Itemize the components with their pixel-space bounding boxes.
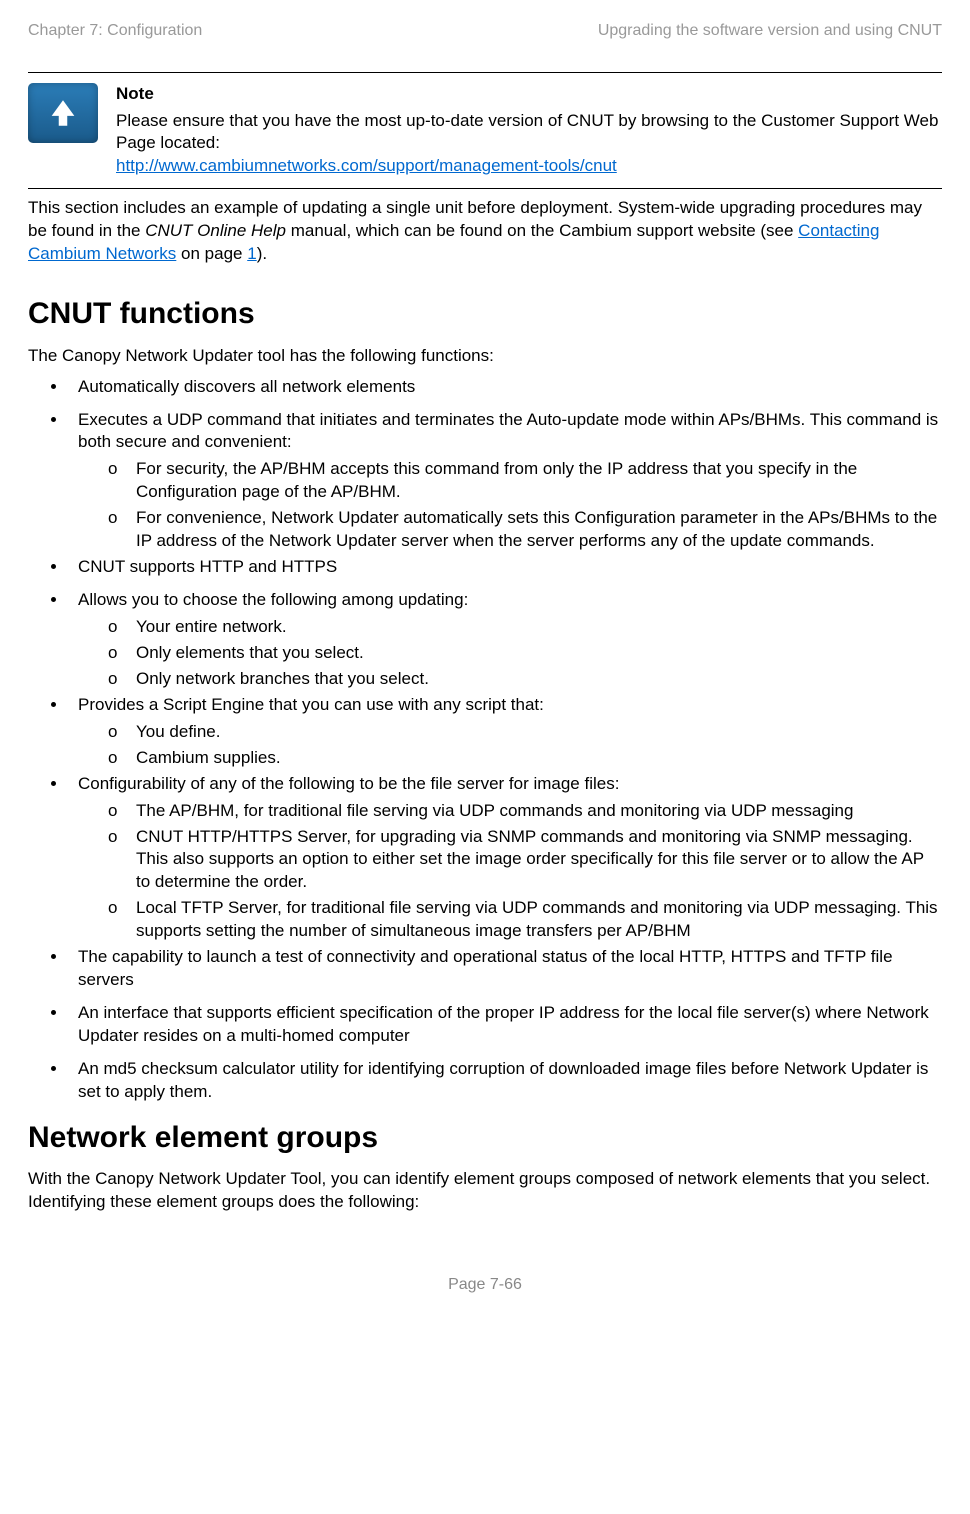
- cnut-intro-text: The Canopy Network Updater tool has the …: [28, 345, 942, 368]
- sublist-item: For convenience, Network Updater automat…: [108, 507, 942, 553]
- sublist-item: CNUT HTTP/HTTPS Server, for upgrading vi…: [108, 826, 942, 895]
- sublist: You define. Cambium supplies.: [78, 721, 942, 770]
- neg-intro-text: With the Canopy Network Updater Tool, yo…: [28, 1168, 942, 1214]
- sublist-item: For security, the AP/BHM accepts this co…: [108, 458, 942, 504]
- page-header: Chapter 7: Configuration Upgrading the s…: [28, 20, 942, 42]
- page-footer: Page 7-66: [28, 1274, 942, 1296]
- sublist-item: Only network branches that you select.: [108, 668, 942, 691]
- list-item: Provides a Script Engine that you can us…: [68, 694, 942, 770]
- sublist-item: Only elements that you select.: [108, 642, 942, 665]
- sublist: For security, the AP/BHM accepts this co…: [78, 458, 942, 553]
- functions-list: Automatically discovers all network elem…: [28, 376, 942, 1104]
- sublist: The AP/BHM, for traditional file serving…: [78, 800, 942, 944]
- note-body-line1: Please ensure that you have the most up-…: [116, 110, 942, 156]
- intro-paragraph: This section includes an example of upda…: [28, 197, 942, 266]
- sublist-item: You define.: [108, 721, 942, 744]
- list-item: Configurability of any of the following …: [68, 773, 942, 944]
- sublist-item: Local TFTP Server, for traditional file …: [108, 897, 942, 943]
- list-item: The capability to launch a test of conne…: [68, 946, 942, 992]
- sublist-item: Your entire network.: [108, 616, 942, 639]
- list-text: Provides a Script Engine that you can us…: [78, 695, 544, 714]
- header-left: Chapter 7: Configuration: [28, 20, 202, 42]
- page-ref-link[interactable]: 1: [247, 244, 256, 263]
- intro-part2: manual, which can be found on the Cambiu…: [286, 221, 798, 240]
- note-callout: Note Please ensure that you have the mos…: [28, 72, 942, 190]
- header-right: Upgrading the software version and using…: [598, 20, 942, 42]
- list-item: Executes a UDP command that initiates an…: [68, 409, 942, 554]
- sublist: Your entire network. Only elements that …: [78, 616, 942, 691]
- cnut-functions-heading: CNUT functions: [28, 294, 942, 335]
- sublist-item: The AP/BHM, for traditional file serving…: [108, 800, 942, 823]
- note-icon: [28, 83, 98, 143]
- intro-italic: CNUT Online Help: [145, 221, 286, 240]
- network-element-groups-heading: Network element groups: [28, 1118, 942, 1159]
- note-content: Note Please ensure that you have the mos…: [116, 83, 942, 179]
- list-item: Automatically discovers all network elem…: [68, 376, 942, 399]
- intro-part4: ).: [257, 244, 267, 263]
- list-text: Configurability of any of the following …: [78, 774, 619, 793]
- intro-part3: on page: [176, 244, 247, 263]
- sublist-item: Cambium supplies.: [108, 747, 942, 770]
- list-text: Allows you to choose the following among…: [78, 590, 468, 609]
- list-item: CNUT supports HTTP and HTTPS: [68, 556, 942, 579]
- list-item: An md5 checksum calculator utility for i…: [68, 1058, 942, 1104]
- list-item: An interface that supports efficient spe…: [68, 1002, 942, 1048]
- note-title: Note: [116, 83, 942, 106]
- list-item: Allows you to choose the following among…: [68, 589, 942, 691]
- note-link[interactable]: http://www.cambiumnetworks.com/support/m…: [116, 156, 617, 175]
- list-text: Executes a UDP command that initiates an…: [78, 410, 938, 452]
